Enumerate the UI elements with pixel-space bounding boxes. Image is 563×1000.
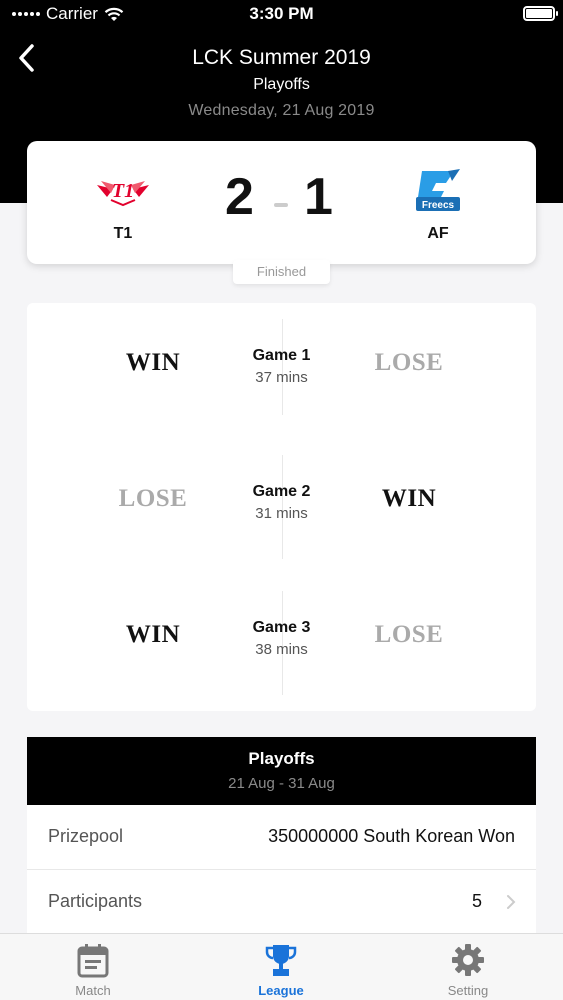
svg-text:Freecs: Freecs bbox=[422, 200, 455, 211]
page-title: LCK Summer 2019 bbox=[192, 46, 371, 69]
league-stage-title: Playoffs bbox=[248, 749, 315, 768]
prizepool-value: 350000000 South Korean Won bbox=[268, 826, 515, 846]
prizepool-label: Prizepool bbox=[48, 826, 124, 846]
participants-count: 5 bbox=[471, 891, 482, 911]
calendar-icon bbox=[77, 944, 109, 978]
tab-label: Setting bbox=[447, 983, 489, 998]
score-card: T1 T1 2 1 Freecs AF bbox=[27, 141, 536, 264]
tab-setting[interactable]: Setting bbox=[408, 934, 528, 1000]
away-score: 1 bbox=[304, 168, 333, 226]
tab-label: Match bbox=[75, 983, 111, 998]
league-date-range: 21 Aug - 31 Aug bbox=[228, 775, 335, 792]
home-team-name: T1 bbox=[113, 225, 133, 242]
page-subtitle: Playoffs bbox=[253, 76, 310, 93]
games-card: WIN Game 1 37 mins LOSE LOSE Game 2 31 m… bbox=[27, 303, 536, 711]
league-stage-header: Playoffs 21 Aug - 31 Aug bbox=[27, 737, 536, 805]
afreeca-freecs-logo-icon[interactable]: Freecs bbox=[408, 167, 468, 217]
away-result: WIN bbox=[381, 485, 437, 512]
match-date: Wednesday, 21 Aug 2019 bbox=[188, 102, 375, 119]
away-result: LOSE bbox=[374, 349, 444, 376]
score-separator bbox=[274, 203, 288, 207]
svg-text:T1: T1 bbox=[112, 180, 134, 202]
tab-league[interactable]: League bbox=[221, 934, 341, 1000]
status-time: 3:30 PM bbox=[249, 4, 314, 23]
home-score: 2 bbox=[225, 168, 254, 226]
battery-icon bbox=[523, 6, 558, 21]
tab-match[interactable]: Match bbox=[33, 934, 153, 1000]
match-status-badge: Finished bbox=[233, 260, 330, 284]
tab-bar: Match League Setting bbox=[0, 933, 563, 1000]
t1-logo-icon[interactable]: T1 bbox=[93, 167, 153, 217]
participants-row[interactable]: Participants 5 bbox=[27, 870, 536, 934]
trophy-icon bbox=[265, 945, 297, 976]
game-row[interactable]: WIN Game 3 38 mins LOSE bbox=[27, 597, 536, 687]
away-result: LOSE bbox=[374, 621, 444, 648]
game-row[interactable]: WIN Game 1 37 mins LOSE bbox=[27, 325, 536, 415]
game-row[interactable]: LOSE Game 2 31 mins WIN bbox=[27, 461, 536, 551]
chevron-right-icon bbox=[507, 895, 516, 909]
participants-label: Participants bbox=[48, 891, 143, 911]
prizepool-row: Prizepool 350000000 South Korean Won bbox=[27, 805, 536, 869]
tab-label: League bbox=[258, 983, 304, 998]
gear-icon bbox=[452, 944, 484, 976]
status-bar: Carrier 3:30 PM bbox=[0, 0, 563, 30]
away-team-name: AF bbox=[427, 225, 449, 242]
